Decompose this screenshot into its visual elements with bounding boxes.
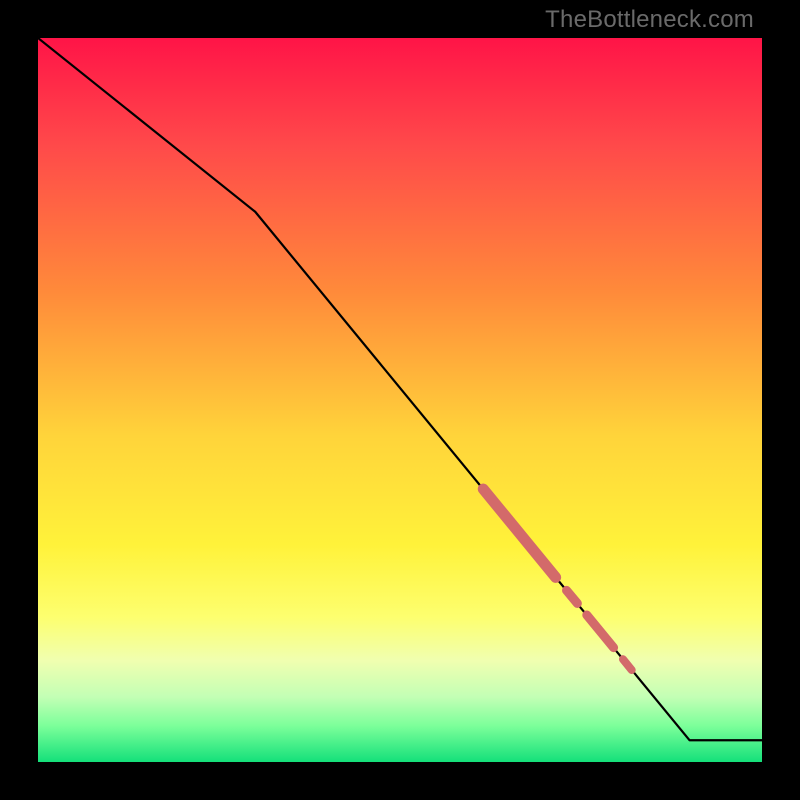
main-curve: [38, 38, 762, 740]
highlight-segment: [587, 615, 614, 648]
chart-frame: TheBottleneck.com: [0, 0, 800, 800]
highlight-segment: [483, 489, 555, 577]
watermark-label: TheBottleneck.com: [545, 6, 754, 34]
highlight-group: [483, 489, 631, 670]
highlight-segment: [567, 590, 578, 603]
chart-svg: [38, 38, 762, 762]
highlight-segment: [623, 659, 632, 670]
plot-area: [38, 38, 762, 762]
